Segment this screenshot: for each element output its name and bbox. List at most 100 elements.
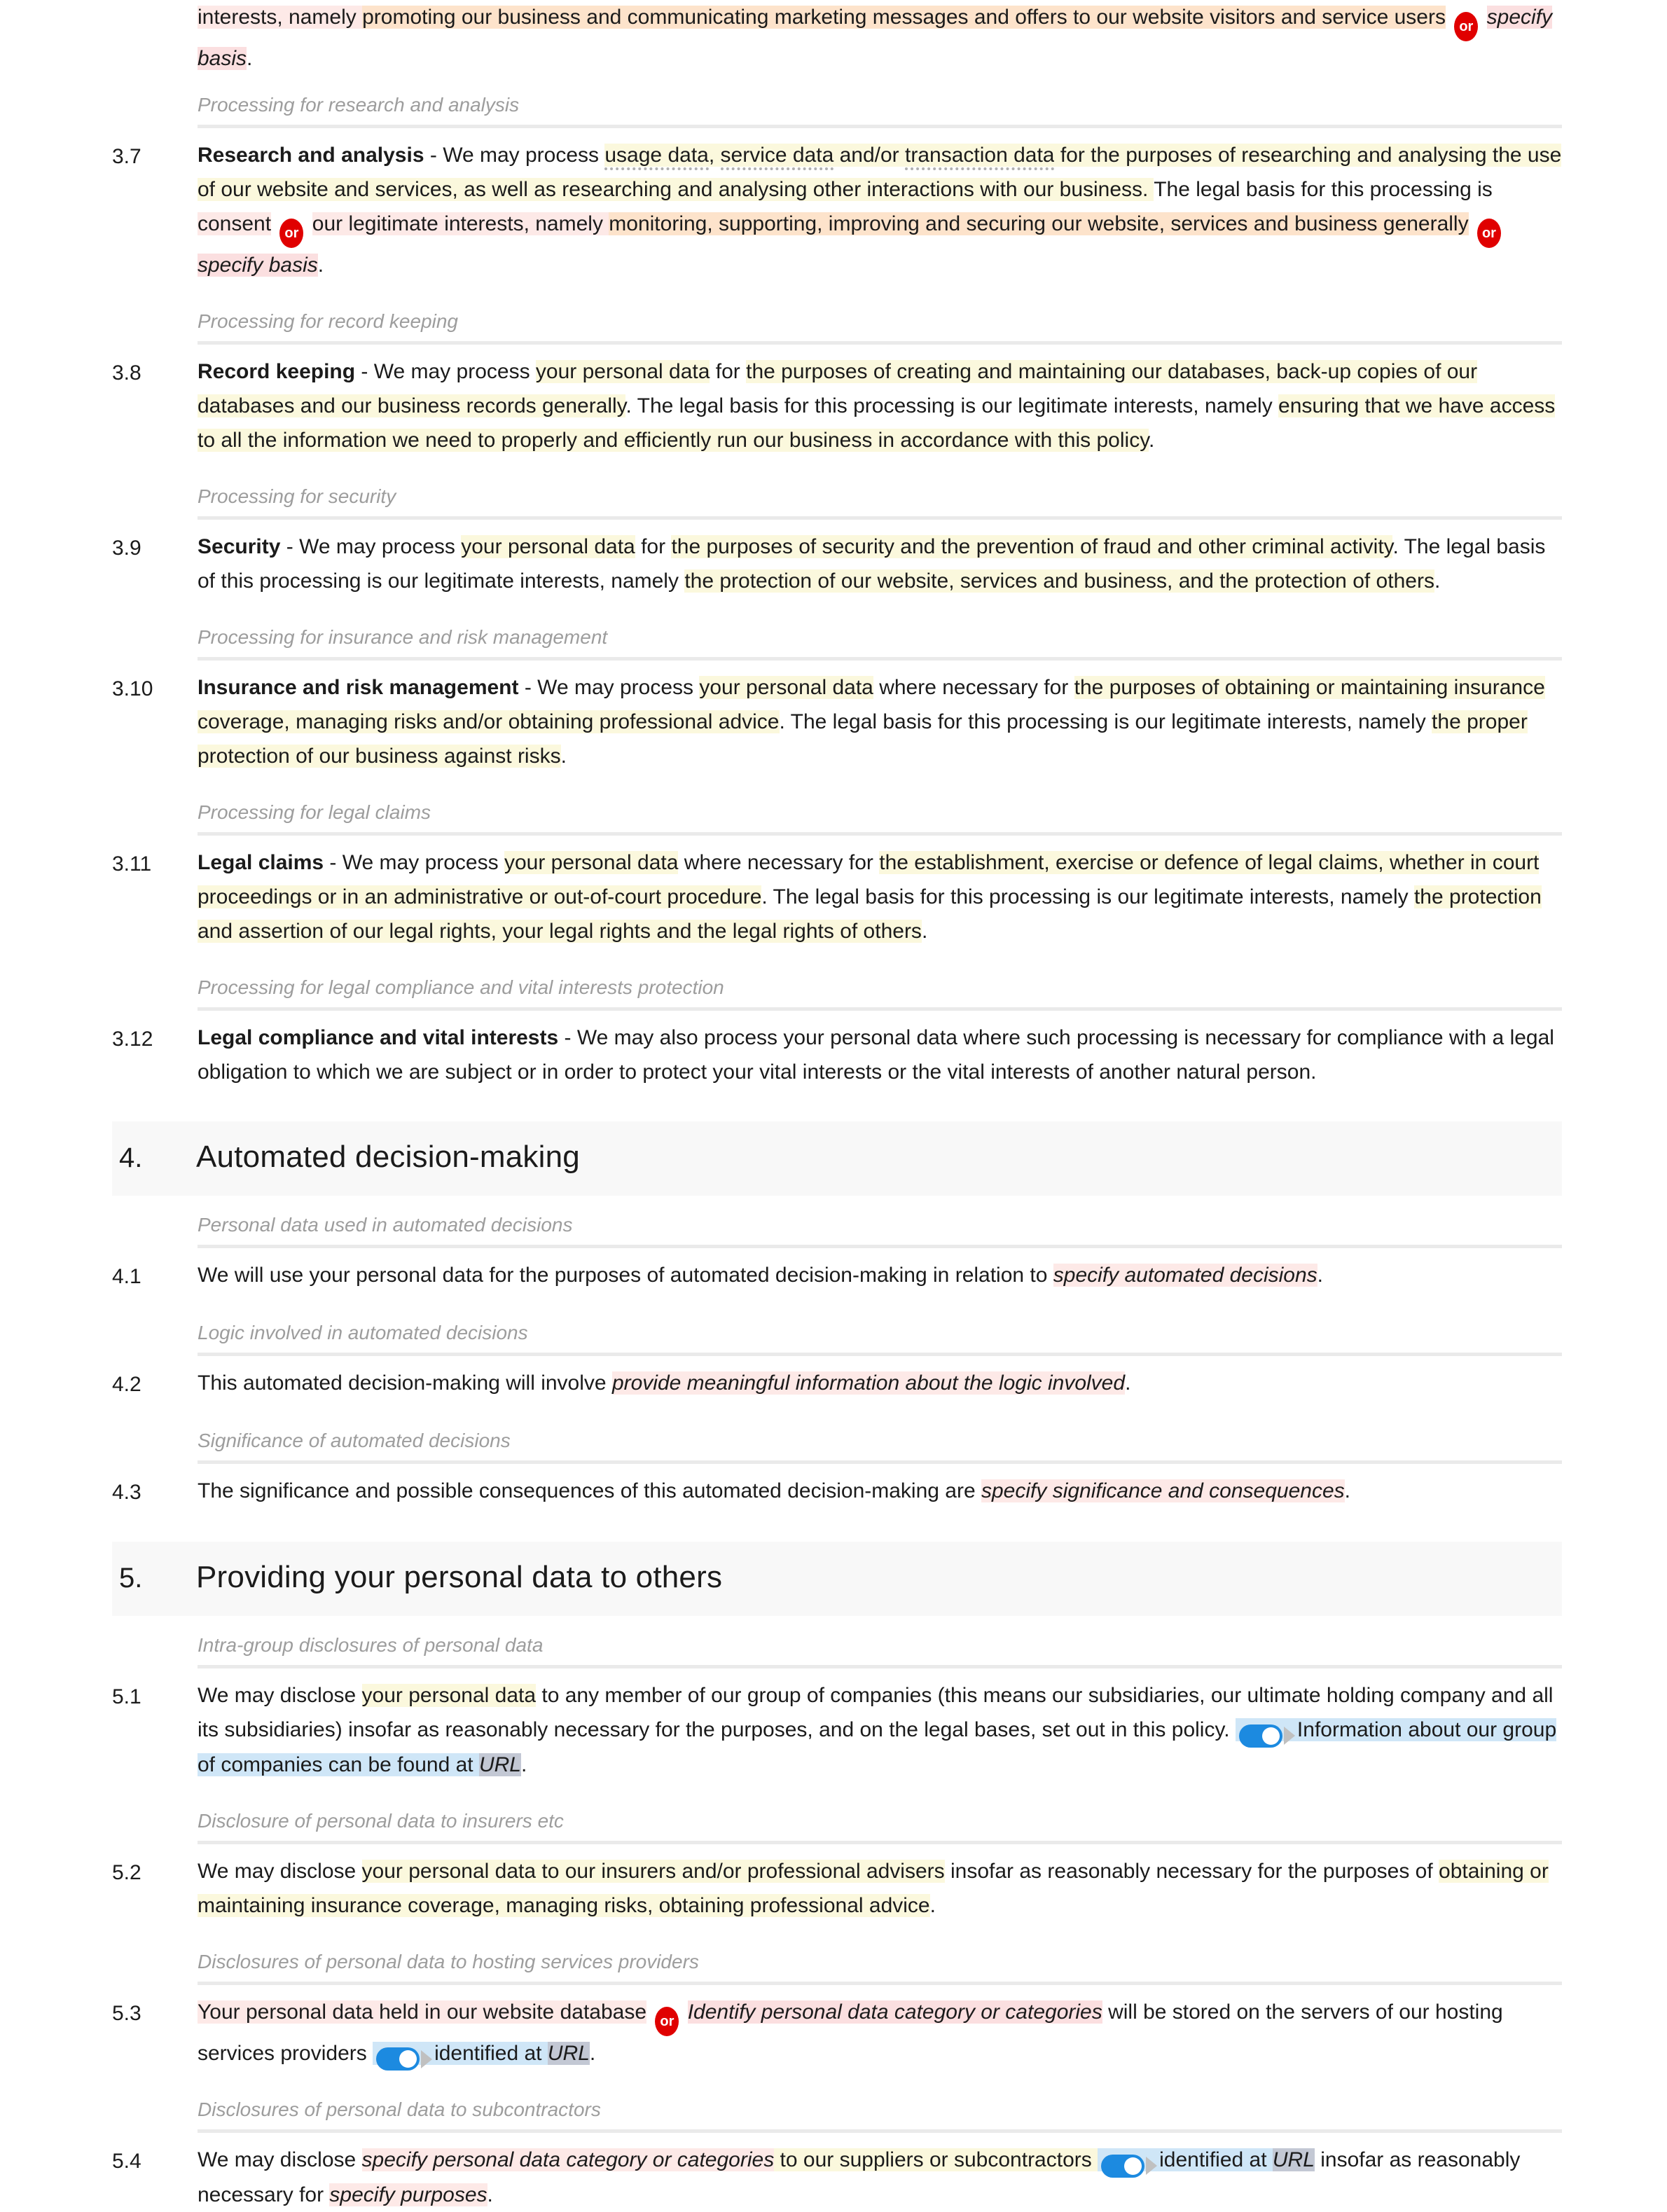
url-token[interactable]: URL xyxy=(478,1753,521,1776)
clause-lead-in: Research and analysis xyxy=(198,144,424,167)
text-fragment: We may process xyxy=(299,535,462,558)
clause-lead-in: Legal claims xyxy=(198,851,324,874)
subheading-rule xyxy=(198,1460,1562,1464)
text-fragment: . xyxy=(520,1753,527,1776)
clause-lead-in: Legal compliance and vital interests xyxy=(198,1026,559,1049)
clause-number: 3.11 xyxy=(112,852,152,876)
defined-term[interactable]: transaction data xyxy=(905,144,1055,170)
section-number: 5. xyxy=(119,1563,143,1594)
placeholder-text[interactable]: specify basis xyxy=(198,254,318,277)
guidance-note: identified at URL xyxy=(373,2041,590,2071)
clause-4-3: 4.3 The significance and possible conseq… xyxy=(0,1474,1667,1509)
text-fragment: We may process xyxy=(443,144,605,167)
text-fragment: to our suppliers or subcontractors xyxy=(774,2148,1098,2172)
text-fragment: . xyxy=(1317,1264,1324,1287)
subheading-hosting-providers: Disclosures of personal data to hosting … xyxy=(198,1950,699,1972)
text-fragment: for xyxy=(710,360,747,383)
or-badge-icon[interactable]: or xyxy=(1476,219,1501,248)
clause-lead-in: Insurance and risk management xyxy=(198,676,519,699)
placeholder-text[interactable]: specify significance and consequences xyxy=(981,1479,1345,1502)
clause-5-1: 5.1 We may disclose your personal data t… xyxy=(0,1678,1667,1792)
clause-text: Record keeping - We may process your per… xyxy=(198,354,1562,457)
text-fragment: . xyxy=(247,47,253,70)
defined-term[interactable]: service data xyxy=(720,144,834,170)
subheading-legal-claims: Processing for legal claims xyxy=(198,801,431,823)
or-badge-icon[interactable]: or xyxy=(1454,12,1479,41)
placeholder-text[interactable]: specify automated decisions xyxy=(1053,1264,1317,1287)
toggle-switch-icon[interactable] xyxy=(1101,2154,1158,2178)
text-fragment: where necessary for xyxy=(678,851,880,874)
triangle-icon xyxy=(421,2049,433,2068)
clause-text: Your personal data held in our website d… xyxy=(198,1995,1562,2071)
text-fragment: your personal data xyxy=(504,851,679,874)
text-fragment: - xyxy=(355,360,374,383)
clause-text: The significance and possible consequenc… xyxy=(198,1474,1562,1508)
clause-lead-in: Security xyxy=(198,535,281,558)
clause-text: We may disclose your personal data to an… xyxy=(198,1678,1562,1782)
clause-number: 3.9 xyxy=(112,537,141,560)
clause-text: We will use your personal data for the p… xyxy=(198,1258,1562,1292)
section-heading-4: 4. Automated decision-making xyxy=(112,1121,1562,1196)
text-fragment: your personal data xyxy=(361,1684,537,1707)
clause-number: 4.3 xyxy=(112,1481,141,1504)
text-fragment: insofar as reasonably necessary for the … xyxy=(944,1859,1439,1883)
guidance-note: identified at URL xyxy=(1098,2148,1315,2178)
clause-text: Legal claims - We may process your perso… xyxy=(198,845,1562,948)
clause-text: interests, namely promoting our business… xyxy=(198,0,1562,76)
or-badge-icon[interactable]: or xyxy=(655,2006,679,2036)
clause-3-9: 3.9 Security - We may process your perso… xyxy=(0,530,1667,608)
or-badge-icon[interactable]: or xyxy=(279,219,304,248)
placeholder-text[interactable]: specify purposes xyxy=(329,2183,487,2206)
subheading-significance-automated: Significance of automated decisions xyxy=(198,1430,511,1451)
placeholder-text[interactable]: provide meaningful information about the… xyxy=(611,1371,1126,1395)
clause-text: We may disclose your personal data to ou… xyxy=(198,1854,1562,1923)
placeholder-text[interactable]: specify personal data category or catego… xyxy=(361,2148,775,2172)
clause-number: 4.2 xyxy=(112,1373,141,1396)
text-fragment: your personal data to our insurers and/o… xyxy=(361,1859,945,1883)
subheading-rule xyxy=(198,125,1562,128)
section-heading-5: 5. Providing your personal data to other… xyxy=(112,1542,1562,1616)
clause-text: Legal compliance and vital interests - W… xyxy=(198,1021,1562,1089)
clause-text: Security - We may process your personal … xyxy=(198,530,1562,598)
subheading-insurers: Disclosure of personal data to insurers … xyxy=(198,1809,564,1832)
url-token[interactable]: URL xyxy=(1272,2148,1315,2172)
text-fragment: . The legal basis for this processing is… xyxy=(761,885,1414,908)
clause-5-2: 5.2 We may disclose your personal data t… xyxy=(0,1854,1667,1933)
text-fragment: your personal data xyxy=(535,360,710,383)
clause-number: 4.1 xyxy=(112,1265,141,1288)
text-fragment: We may disclose xyxy=(198,1859,362,1883)
subheading-insurance-risk: Processing for insurance and risk manage… xyxy=(198,626,608,648)
text-fragment: - xyxy=(518,676,538,699)
text-fragment: promoting our business and communicating… xyxy=(362,6,1446,29)
subheading-rule xyxy=(198,1353,1562,1356)
subheading-intra-group: Intra-group disclosures of personal data xyxy=(198,1634,544,1656)
toggle-switch-icon[interactable] xyxy=(376,2047,433,2071)
clause-number: 3.7 xyxy=(112,145,141,168)
subheading-subcontractors: Disclosures of personal data to subcontr… xyxy=(198,2099,601,2121)
clause-3-7: 3.7 Research and analysis - We may proce… xyxy=(0,138,1667,292)
text-fragment: monitoring, supporting, improving and se… xyxy=(609,212,1469,235)
text-fragment: the purposes of security and the prevent… xyxy=(671,535,1393,558)
placeholder-text[interactable]: Identify personal data category or categ… xyxy=(687,2000,1102,2024)
subheading-legal-compliance: Processing for legal compliance and vita… xyxy=(198,976,724,998)
toggle-switch-icon[interactable] xyxy=(1238,1724,1295,1748)
text-fragment: The significance and possible consequenc… xyxy=(198,1479,981,1502)
text-fragment: your personal data xyxy=(699,676,873,699)
triangle-icon xyxy=(1283,1727,1295,1746)
text-fragment: We may disclose xyxy=(198,1684,362,1707)
text-fragment: for xyxy=(635,535,672,558)
text-fragment: . xyxy=(1148,429,1155,452)
url-token[interactable]: URL xyxy=(547,2041,590,2065)
clause-text: Research and analysis - We may process u… xyxy=(198,138,1562,282)
text-fragment: identified at xyxy=(434,2041,548,2065)
defined-term[interactable]: usage data xyxy=(604,144,709,170)
subheading-rule xyxy=(198,341,1562,345)
clause-5-3: 5.3 Your personal data held in our websi… xyxy=(0,1995,1667,2081)
subheading-record-keeping: Processing for record keeping xyxy=(198,310,458,332)
clause-3-11: 3.11 Legal claims - We may process your … xyxy=(0,845,1667,958)
subheading-rule xyxy=(198,657,1562,661)
text-fragment: Your personal data held in our website d… xyxy=(198,2000,647,2024)
clause-4-1: 4.1 We will use your personal data for t… xyxy=(0,1258,1667,1304)
subheading-rule xyxy=(198,1245,1562,1248)
text-fragment: We may process xyxy=(373,360,536,383)
